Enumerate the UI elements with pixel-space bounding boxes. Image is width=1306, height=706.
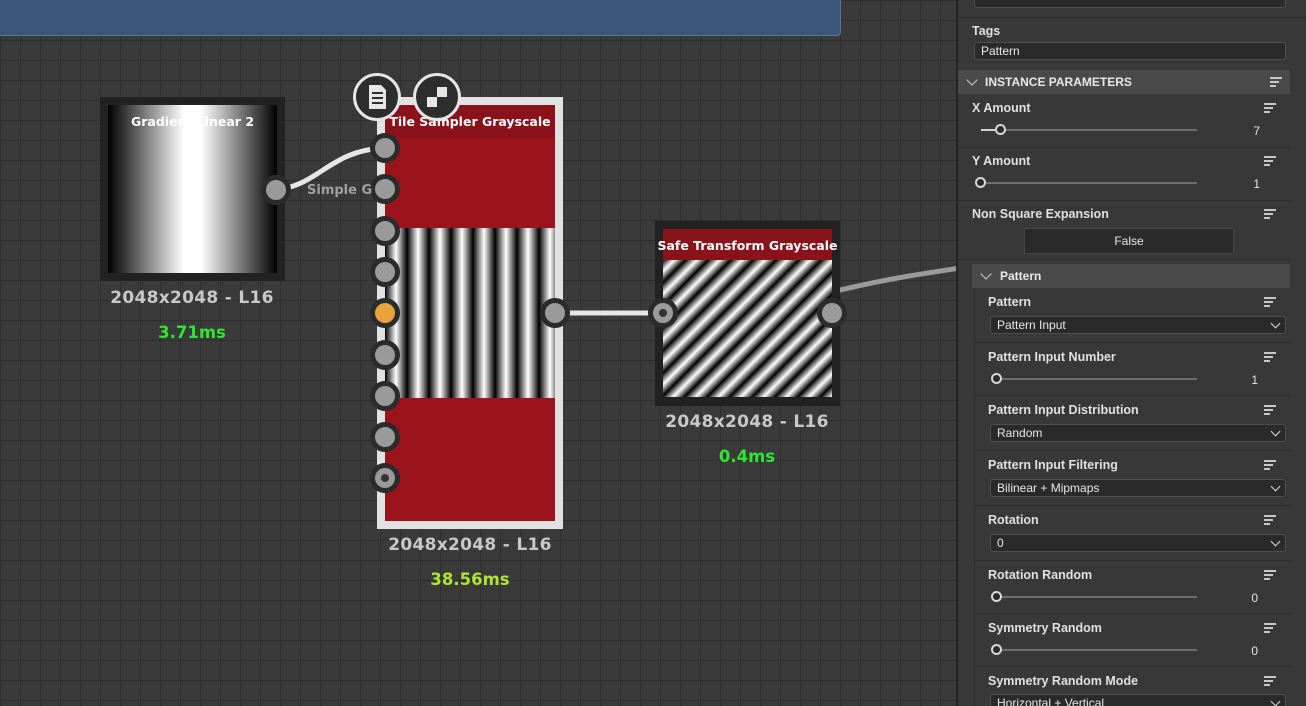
rotation-label: Rotation bbox=[988, 513, 1039, 527]
filtering-label: Pattern Input Filtering bbox=[988, 458, 1118, 472]
gradient-time: 3.71ms bbox=[158, 323, 226, 342]
non-square-toggle[interactable]: False bbox=[1024, 228, 1234, 254]
distribution-label: Pattern Input Distribution bbox=[988, 403, 1139, 417]
symmetry-random-label: Symmetry Random bbox=[988, 621, 1102, 635]
node-safe-transform[interactable]: Safe Transform Grayscale bbox=[655, 221, 840, 406]
safe-transform-resolution: 2048x2048 - L16 bbox=[665, 412, 829, 432]
tile-sampler-input-socket[interactable] bbox=[370, 298, 400, 329]
tags-input[interactable]: Pattern bbox=[974, 42, 1286, 60]
tile-sampler-input-socket[interactable] bbox=[370, 215, 400, 246]
pattern-section-header[interactable]: Pattern bbox=[972, 264, 1290, 288]
node-gradient-linear[interactable]: Gradient Linear 2 bbox=[100, 97, 285, 281]
symmetry-mode-label: Symmetry Random Mode bbox=[988, 674, 1139, 688]
symmetry-random-value: 0 bbox=[1251, 644, 1258, 658]
wire-transform-out bbox=[831, 266, 956, 295]
tile-sampler-input-socket[interactable] bbox=[370, 380, 400, 411]
tile-sampler-output-socket[interactable] bbox=[540, 298, 570, 328]
param-menu-icon[interactable] bbox=[1264, 460, 1276, 470]
tags-label: Tags bbox=[972, 24, 1001, 38]
param-menu-icon[interactable] bbox=[1264, 352, 1276, 362]
tile-sampler-input-socket[interactable] bbox=[370, 339, 400, 370]
param-menu-icon[interactable] bbox=[1264, 156, 1276, 166]
param-menu-icon[interactable] bbox=[1264, 570, 1276, 580]
safe-transform-thumbnail bbox=[663, 260, 832, 397]
section-title: Pattern bbox=[1000, 269, 1042, 283]
chevron-down-icon bbox=[1270, 696, 1281, 706]
param-menu-icon[interactable] bbox=[1264, 103, 1276, 113]
section-title: INSTANCE PARAMETERS bbox=[985, 75, 1132, 89]
instance-parameters-header[interactable]: INSTANCE PARAMETERS bbox=[958, 70, 1290, 94]
non-square-label: Non Square Expansion bbox=[972, 207, 1109, 221]
y-amount-slider[interactable] bbox=[981, 182, 1197, 184]
menu-lines-icon[interactable] bbox=[1270, 77, 1282, 87]
param-menu-icon[interactable] bbox=[1264, 405, 1276, 415]
gradient-output-socket[interactable] bbox=[261, 175, 291, 205]
rotation-random-slider[interactable] bbox=[997, 596, 1197, 598]
chevron-down-icon bbox=[1270, 318, 1281, 329]
chevron-down-icon bbox=[980, 268, 992, 280]
symmetry-random-handle[interactable] bbox=[991, 644, 1002, 655]
safe-transform-input-socket[interactable] bbox=[648, 298, 678, 328]
gradient-resolution: 2048x2048 - L16 bbox=[110, 288, 274, 308]
tile-sampler-input-socket[interactable] bbox=[370, 256, 400, 287]
y-amount-label: Y Amount bbox=[972, 154, 1031, 168]
rotation-dropdown[interactable]: 0 bbox=[990, 534, 1286, 552]
pattern-input-number-label: Pattern Input Number bbox=[988, 350, 1116, 364]
symmetry-mode-dropdown[interactable]: Horizontal + Vertical bbox=[990, 694, 1286, 706]
rotation-random-label: Rotation Random bbox=[988, 568, 1093, 582]
x-amount-slider[interactable] bbox=[981, 129, 1197, 131]
tile-sampler-input-socket[interactable] bbox=[370, 422, 400, 453]
tile-sampler-resolution: 2048x2048 - L16 bbox=[388, 535, 552, 555]
node-title: Safe Transform Grayscale bbox=[657, 238, 838, 253]
chevron-down-icon bbox=[1270, 536, 1281, 547]
rotation-random-handle[interactable] bbox=[991, 591, 1002, 602]
filtering-dropdown[interactable]: Bilinear + Mipmaps bbox=[990, 479, 1286, 497]
graph-canvas[interactable]: Gradient Linear 2 2048x2048 - L16 3.71ms… bbox=[0, 0, 956, 706]
x-amount-slider-fill bbox=[981, 129, 995, 131]
checker-icon[interactable] bbox=[413, 73, 461, 121]
rotation-random-value: 0 bbox=[1251, 591, 1258, 605]
distribution-dropdown[interactable]: Random bbox=[990, 424, 1286, 442]
x-amount-label: X Amount bbox=[972, 101, 1031, 115]
param-menu-icon[interactable] bbox=[1264, 676, 1276, 686]
node-title: Tile Sampler Grayscale bbox=[389, 114, 551, 129]
param-menu-icon[interactable] bbox=[1264, 209, 1276, 219]
y-amount-value: 1 bbox=[1253, 177, 1260, 191]
chevron-down-icon bbox=[1270, 481, 1281, 492]
chevron-down-icon bbox=[1270, 426, 1281, 437]
x-amount-slider-handle[interactable] bbox=[995, 124, 1006, 135]
param-menu-icon[interactable] bbox=[1264, 515, 1276, 525]
safe-transform-time: 0.4ms bbox=[718, 447, 776, 466]
tile-sampler-thumbnail bbox=[385, 105, 555, 521]
pattern-dropdown[interactable]: Pattern Input bbox=[990, 316, 1286, 334]
safe-transform-output-socket[interactable] bbox=[817, 298, 847, 328]
document-icon[interactable] bbox=[353, 73, 401, 121]
chevron-down-icon bbox=[966, 74, 978, 86]
node-tile-sampler[interactable]: Tile Sampler Grayscale bbox=[377, 97, 563, 529]
param-menu-icon[interactable] bbox=[1264, 623, 1276, 633]
symmetry-random-slider[interactable] bbox=[997, 649, 1197, 651]
stripe-pattern bbox=[385, 228, 555, 398]
pattern-input-number-slider[interactable] bbox=[997, 378, 1197, 380]
top-field[interactable] bbox=[974, 0, 1286, 8]
node-title: Gradient Linear 2 bbox=[130, 114, 255, 129]
pattern-input-number-value: 1 bbox=[1251, 373, 1258, 387]
y-amount-slider-handle[interactable] bbox=[975, 177, 986, 188]
gradient-thumbnail bbox=[108, 105, 277, 273]
tile-sampler-input-socket[interactable] bbox=[370, 133, 400, 163]
wire-label: Simple G bbox=[307, 183, 373, 198]
pattern-input-number-handle[interactable] bbox=[991, 373, 1002, 384]
pattern-label: Pattern bbox=[988, 295, 1032, 309]
x-amount-value: 7 bbox=[1253, 124, 1260, 138]
tile-sampler-time: 38.56ms bbox=[430, 570, 510, 589]
param-menu-icon[interactable] bbox=[1264, 297, 1276, 307]
properties-panel: Tags Pattern INSTANCE PARAMETERS X Amoun… bbox=[956, 0, 1306, 706]
